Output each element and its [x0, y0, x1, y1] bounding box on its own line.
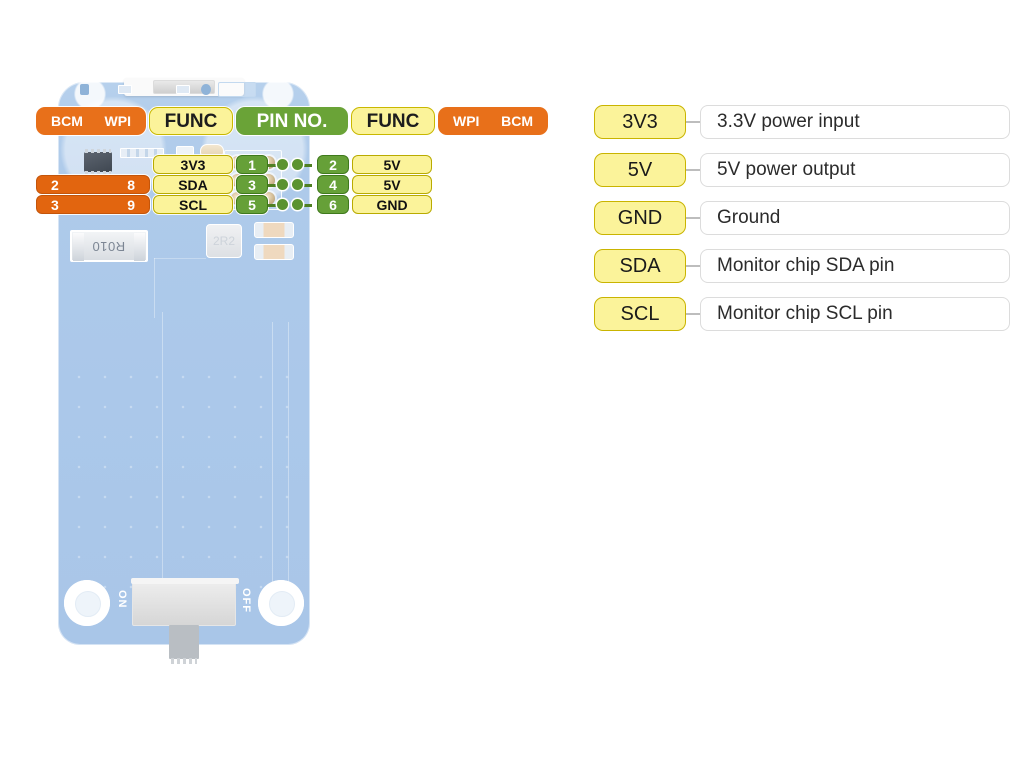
pin-3-bcm-label: 2 [51, 176, 59, 193]
header-left-bcm-wpi: BCM WPI [36, 107, 146, 135]
power-inductor: 2R2 [206, 224, 242, 258]
led-pad-1 [118, 85, 132, 94]
pin-row-3-left-number: 5 [236, 195, 268, 214]
pin-1-func-label: 3V3 [180, 156, 206, 173]
sense-resistor-marking: R010 [92, 238, 126, 254]
pin-row-1-right-number: 2 [317, 155, 349, 174]
legend-key-5v: 5V [594, 153, 686, 187]
legend-desc-sda: Monitor chip SDA pin [700, 249, 1010, 283]
legend-connector-line [686, 121, 700, 123]
pin-6-number-label: 6 [329, 196, 337, 213]
pin-3-number-label: 3 [248, 176, 256, 193]
pin-2-number-label: 2 [329, 156, 337, 173]
pin-row-3-right-number: 6 [317, 195, 349, 214]
silkscreen-mark-b [80, 84, 89, 95]
legend-key-scl: SCL [594, 297, 686, 331]
switch-off-label: OFF [240, 588, 252, 613]
header-left-func-label: FUNC [164, 110, 218, 132]
legend-row: 5V 5V power output [594, 153, 1010, 201]
led-pad-2 [176, 85, 190, 94]
legend-row: SDA Monitor chip SDA pin [594, 249, 1010, 297]
pin-row-2-right-func: 5V [352, 175, 432, 194]
header-right-func-label: FUNC [366, 110, 420, 132]
pin-5-wpi-label: 9 [127, 196, 135, 213]
pin-2-func-label: 5V [383, 156, 401, 173]
pin-6-connector [290, 195, 312, 214]
legend-row: SCL Monitor chip SCL pin [594, 297, 1010, 345]
slide-switch-actuator[interactable] [169, 625, 199, 664]
pin-row-3-right-func: GND [352, 195, 432, 214]
pin-5-connector [268, 195, 290, 214]
mounting-hole-right [258, 580, 304, 626]
legend-connector-line [686, 217, 700, 219]
pin-row-3-left-func: SCL [153, 195, 233, 214]
diode-pair [254, 222, 294, 262]
legend-connector-line [686, 169, 700, 171]
header-left-wpi-label: WPI [104, 113, 131, 129]
pin-4-number-label: 4 [329, 176, 337, 193]
pin-row-1-left-func: 3V3 [153, 155, 233, 174]
pcb-trace-v1 [154, 258, 155, 318]
silkscreen-box [218, 82, 256, 97]
legend-panel: 3V3 3.3V power input 5V 5V power output … [594, 105, 1010, 345]
pin-6-func-label: GND [376, 196, 408, 213]
pin-3-func-label: SDA [178, 176, 208, 193]
pin-row-1-left-number: 1 [236, 155, 268, 174]
pin-1-connector [268, 155, 290, 174]
pin-4-connector [290, 175, 312, 194]
pin-row-3-left-bcm-wpi: 3 9 [36, 195, 150, 214]
pin-row-2-left-bcm-wpi: 2 8 [36, 175, 150, 194]
pin-row-2-left-func: SDA [153, 175, 233, 194]
switch-on-label: ON [116, 590, 128, 609]
header-left-bcm-label: BCM [51, 113, 83, 129]
pin-row-2-left-number: 3 [236, 175, 268, 194]
pin-1-number-label: 1 [248, 156, 256, 173]
pin-5-bcm-label: 3 [51, 196, 59, 213]
legend-desc-gnd: Ground [700, 201, 1010, 235]
legend-row: GND Ground [594, 201, 1010, 249]
pin-2-connector [290, 155, 312, 174]
pin-4-func-label: 5V [383, 176, 401, 193]
power-inductor-marking: 2R2 [212, 234, 235, 248]
pin-row-1-right-func: 5V [352, 155, 432, 174]
pin-5-func-label: SCL [179, 196, 207, 213]
pcb-via-field [66, 362, 302, 612]
pin-row-2-right-number: 4 [317, 175, 349, 194]
legend-desc-3v3: 3.3V power input [700, 105, 1010, 139]
header-pin-no-label: PIN NO. [256, 110, 328, 132]
monitor-chip-ic [84, 149, 112, 175]
header-left-func: FUNC [149, 107, 233, 135]
pin-3-connector [268, 175, 290, 194]
header-right-func: FUNC [351, 107, 435, 135]
legend-connector-line [686, 313, 700, 315]
pcb-trace-h1 [154, 258, 206, 259]
sense-resistor: R010 [70, 230, 148, 262]
header-pin-no: PIN NO. [236, 107, 348, 135]
legend-row: 3V3 3.3V power input [594, 105, 1010, 153]
legend-key-3v3: 3V3 [594, 105, 686, 139]
power-slide-switch[interactable] [131, 578, 239, 626]
header-right-wpi-label: WPI [453, 113, 480, 129]
pin-3-wpi-label: 8 [127, 176, 135, 193]
legend-desc-5v: 5V power output [700, 153, 1010, 187]
legend-key-sda: SDA [594, 249, 686, 283]
header-right-bcm-label: BCM [501, 113, 533, 129]
legend-desc-scl: Monitor chip SCL pin [700, 297, 1010, 331]
legend-key-gnd: GND [594, 201, 686, 235]
pin-5-number-label: 5 [248, 196, 256, 213]
header-right-wpi-bcm: WPI BCM [438, 107, 548, 135]
silkscreen-mark-c [201, 84, 211, 95]
mounting-hole-left [64, 580, 110, 626]
pinout-diagram: R010 2R2 ON OFF BCM WPI FUNC PIN NO. FUN… [0, 0, 1024, 768]
legend-connector-line [686, 265, 700, 267]
